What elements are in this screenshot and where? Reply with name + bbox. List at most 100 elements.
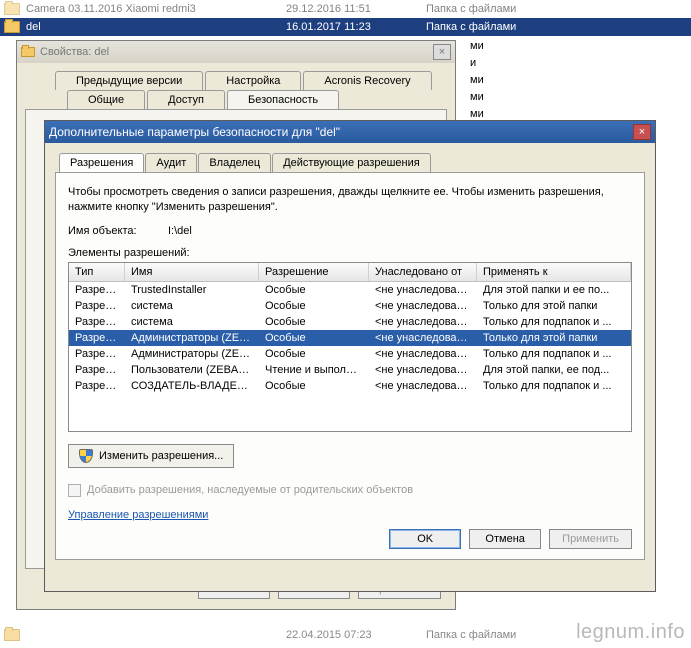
- cell-type: Разреш...: [69, 362, 125, 378]
- watermark: legnum.info: [576, 621, 685, 644]
- cell-app: Для этой папки и ее по...: [477, 282, 631, 298]
- adv-tabs: Разрешения Аудит Владелец Действующие ра…: [59, 153, 645, 172]
- description-text: Чтобы просмотреть сведения о записи разр…: [68, 185, 632, 215]
- file-date: 16.01.2017 11:23: [286, 21, 426, 33]
- cell-name: Пользователи (ZEBAS-...: [125, 362, 259, 378]
- tab-general[interactable]: Общие: [67, 90, 145, 109]
- col-inherited[interactable]: Унаследовано от: [369, 263, 477, 281]
- properties-titlebar[interactable]: Свойства: del ×: [17, 41, 455, 63]
- cell-name: TrustedInstaller: [125, 282, 259, 298]
- cell-perm: Особые: [259, 314, 369, 330]
- tab-audit[interactable]: Аудит: [145, 153, 197, 172]
- permission-row[interactable]: Разреш...Администраторы (ZEBA...Особые<н…: [69, 346, 631, 362]
- tab-prev-versions[interactable]: Предыдущие версии: [55, 71, 203, 90]
- change-permissions-button[interactable]: Изменить разрешения...: [68, 444, 234, 468]
- shield-icon: [79, 449, 93, 463]
- adv-panel: Чтобы просмотреть сведения о записи разр…: [55, 172, 645, 560]
- file-name: del: [26, 21, 286, 33]
- permission-row[interactable]: Разреш...Пользователи (ZEBAS-...Чтение и…: [69, 362, 631, 378]
- cell-inh: <не унаследовано>: [369, 346, 477, 362]
- tab-acronis[interactable]: Acronis Recovery: [303, 71, 431, 90]
- explorer-background: Camera 03.11.2016 Xiaomi redmi3 29.12.20…: [0, 0, 691, 36]
- cell-perm: Особые: [259, 378, 369, 394]
- col-permission[interactable]: Разрешение: [259, 263, 369, 281]
- cell-name: Администраторы (ZEBA...: [125, 346, 259, 362]
- permission-row[interactable]: Разреш...Администраторы (ZEBA...Особые<н…: [69, 330, 631, 346]
- inherit-checkbox-row[interactable]: Добавить разрешения, наследуемые от роди…: [68, 484, 632, 497]
- cell-type: Разреш...: [69, 346, 125, 362]
- cell-perm: Особые: [259, 282, 369, 298]
- tab-customize[interactable]: Настройка: [205, 71, 301, 90]
- folder-icon: [4, 3, 20, 15]
- folder-icon: [4, 629, 20, 641]
- cell-inh: <не унаследовано>: [369, 298, 477, 314]
- object-label: Имя объекта:: [68, 225, 168, 237]
- cell-perm: Особые: [259, 298, 369, 314]
- cell-inh: <не унаследовано>: [369, 282, 477, 298]
- cell-name: Администраторы (ZEBA...: [125, 330, 259, 346]
- explorer-bottom-row: 22.04.2015 07:23 Папка с файлами: [4, 626, 516, 644]
- close-icon[interactable]: ×: [433, 44, 451, 60]
- tab-effective[interactable]: Действующие разрешения: [272, 153, 430, 172]
- cell-app: Только для подпапок и ...: [477, 314, 631, 330]
- cancel-button[interactable]: Отмена: [469, 529, 541, 549]
- list-label: Элементы разрешений:: [68, 247, 632, 259]
- tab-owner[interactable]: Владелец: [198, 153, 271, 172]
- tab-sharing[interactable]: Доступ: [147, 90, 225, 109]
- permission-row[interactable]: Разреш...системаОсобые<не унаследовано>Т…: [69, 314, 631, 330]
- permission-row[interactable]: Разреш...системаОсобые<не унаследовано>Т…: [69, 298, 631, 314]
- cell-app: Только для этой папки: [477, 298, 631, 314]
- cell-perm: Чтение и выполне...: [259, 362, 369, 378]
- col-type[interactable]: Тип: [69, 263, 125, 281]
- cell-app: Только для подпапок и ...: [477, 378, 631, 394]
- permission-row[interactable]: Разреш...TrustedInstallerОсобые<не унасл…: [69, 282, 631, 298]
- file-type: Папка с файлами: [426, 3, 691, 15]
- cell-type: Разреш...: [69, 330, 125, 346]
- file-row-selected[interactable]: del 16.01.2017 11:23 Папка с файлами: [0, 18, 691, 36]
- file-type: Папка с файлами: [426, 21, 691, 33]
- apply-button[interactable]: Применить: [549, 529, 632, 549]
- adv-titlebar[interactable]: Дополнительные параметры безопасности дл…: [45, 121, 655, 143]
- cell-app: Для этой папки, ее под...: [477, 362, 631, 378]
- col-name[interactable]: Имя: [125, 263, 259, 281]
- permissions-header[interactable]: Тип Имя Разрешение Унаследовано от Приме…: [69, 263, 631, 282]
- cell-type: Разреш...: [69, 378, 125, 394]
- cell-type: Разреш...: [69, 298, 125, 314]
- cell-name: система: [125, 314, 259, 330]
- permissions-list[interactable]: Тип Имя Разрешение Унаследовано от Приме…: [68, 262, 632, 432]
- permissions-body: Разреш...TrustedInstallerОсобые<не унасл…: [69, 282, 631, 394]
- tab-permissions[interactable]: Разрешения: [59, 153, 144, 172]
- manage-permissions-link[interactable]: Управление разрешениями: [68, 509, 208, 521]
- file-name: Camera 03.11.2016 Xiaomi redmi3: [26, 3, 286, 15]
- folder-icon: [21, 47, 35, 57]
- adv-window-title: Дополнительные параметры безопасности дл…: [49, 125, 633, 139]
- advanced-security-window: Дополнительные параметры безопасности дл…: [44, 120, 656, 592]
- file-row[interactable]: Camera 03.11.2016 Xiaomi redmi3 29.12.20…: [0, 0, 691, 18]
- tab-security[interactable]: Безопасность: [227, 90, 339, 109]
- checkbox-icon[interactable]: [68, 484, 81, 497]
- cell-inh: <не унаследовано>: [369, 378, 477, 394]
- cell-name: система: [125, 298, 259, 314]
- object-value: I:\del: [168, 225, 192, 237]
- cell-inh: <не унаследовано>: [369, 362, 477, 378]
- permission-row[interactable]: Разреш...СОЗДАТЕЛЬ-ВЛАДЕЛЕЦОсобые<не уна…: [69, 378, 631, 394]
- cell-type: Разреш...: [69, 314, 125, 330]
- col-applies[interactable]: Применять к: [477, 263, 631, 281]
- window-title: Свойства: del: [40, 46, 433, 58]
- cell-perm: Особые: [259, 330, 369, 346]
- tabs-row-1: Предыдущие версии Настройка Acronis Reco…: [55, 71, 447, 90]
- change-permissions-label: Изменить разрешения...: [99, 450, 223, 462]
- bg-fragments: ми и ми ми ми: [470, 38, 484, 123]
- ok-button[interactable]: OK: [389, 529, 461, 549]
- cell-app: Только для этой папки: [477, 330, 631, 346]
- inherit-label: Добавить разрешения, наследуемые от роди…: [87, 484, 413, 496]
- cell-perm: Особые: [259, 346, 369, 362]
- cell-inh: <не унаследовано>: [369, 330, 477, 346]
- cell-inh: <не унаследовано>: [369, 314, 477, 330]
- close-icon[interactable]: ×: [633, 124, 651, 140]
- cell-type: Разреш...: [69, 282, 125, 298]
- file-date: 29.12.2016 11:51: [286, 3, 426, 15]
- adv-buttons: OK Отмена Применить: [389, 529, 632, 549]
- object-row: Имя объекта: I:\del: [68, 225, 632, 237]
- cell-app: Только для подпапок и ...: [477, 346, 631, 362]
